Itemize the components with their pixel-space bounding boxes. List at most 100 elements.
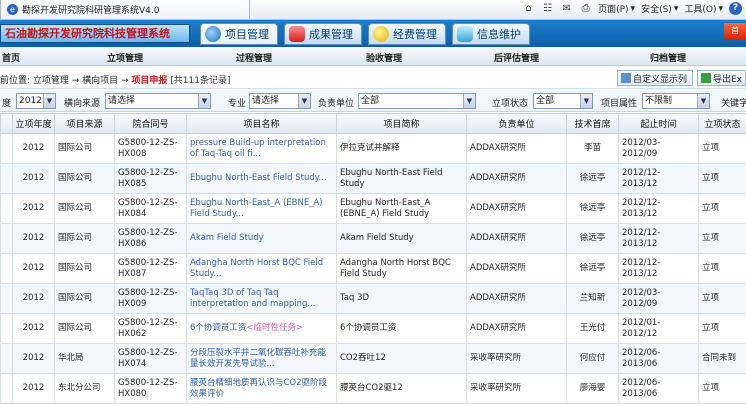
column-header[interactable]: 项目简称 xyxy=(336,113,467,134)
cell-project-name[interactable]: TaqTaq 3D of Taq Taq interpretation and … xyxy=(186,283,337,314)
project-name-link[interactable]: 6个协调员工资 xyxy=(190,323,246,333)
cell-source-text: 华北局 xyxy=(58,353,84,363)
cell-short-name-text: 伊拉克试井解释 xyxy=(340,143,400,153)
cell-project-name[interactable]: Akam Field Study xyxy=(186,223,337,254)
cell-period-text: 2012/12-2013/12 xyxy=(622,257,661,279)
browser-toolbar: e 勘探开发研究院科研管理系统V4.0 ⌂ ☷ ✉ ⎙ 页面(P) ▾ 安全(S)… xyxy=(0,0,746,20)
cell-unit-text: ADDAX研究所 xyxy=(470,323,526,333)
year-select[interactable]: 2012 ▼ xyxy=(16,93,56,109)
print-icon[interactable]: ⎙ xyxy=(579,2,592,15)
subnav-post-evaluation[interactable]: 后评估管理 xyxy=(494,51,539,64)
column-header[interactable]: 项目来源 xyxy=(54,113,115,134)
subnav-approval[interactable]: 立项管理 xyxy=(107,51,143,64)
cell-short-name: Ebughu North-East Field Study xyxy=(336,163,467,194)
cell-contract-text: G5800-12-ZS-HX086 xyxy=(118,227,178,249)
unit-select[interactable]: 全部 ▼ xyxy=(358,93,476,109)
table-row[interactable]: 2012 华北局 G5800-12-ZS-HX074 分段压裂水平井二氧化碳吞吐补充能… xyxy=(0,343,746,374)
tools-menu[interactable]: 工具(O) ▾ xyxy=(684,2,723,16)
safety-menu[interactable]: 安全(S) ▾ xyxy=(641,2,678,16)
project-name-link[interactable]: 腰英台精细地质再认识与CO2驱阶段效果评价 xyxy=(190,378,333,400)
cell-source: 国际公司 xyxy=(54,223,115,254)
export-excel-button[interactable]: 导出Ex xyxy=(697,70,746,86)
cell-project-name[interactable]: Adangha North Horst BQC Field Study... xyxy=(186,253,337,284)
subnav-home[interactable]: 首页 xyxy=(2,51,20,64)
project-table: 立项年度 项目来源 院合同号 项目名称 项目简称 负责单位 技术首席 起止时间 … xyxy=(0,113,746,404)
cell-year-text: 2012 xyxy=(22,143,45,153)
custom-columns-button[interactable]: 自定义显示列 xyxy=(617,70,693,86)
subnav-acceptance[interactable]: 验收管理 xyxy=(366,51,402,64)
cell-year-text: 2012 xyxy=(22,203,45,213)
cell-period-text: 2012/03-2012/09 xyxy=(622,137,661,159)
project-name-link[interactable]: Akam Field Study xyxy=(190,233,333,244)
cell-status: 立项 xyxy=(698,223,746,254)
subnav-process[interactable]: 过程管理 xyxy=(236,51,272,64)
cell-project-name[interactable]: 分段压裂水平井二氧化碳吞吐补充能量长效开发先导试验... xyxy=(186,343,337,374)
table-row[interactable]: 2012 东北分公司 G5800-12-ZS-HX080 腰英台精细地质再认识与CO2… xyxy=(0,373,746,404)
subnav-archive[interactable]: 归档管理 xyxy=(650,51,686,64)
cell-short-name-text: 腰英台CO2驱12 xyxy=(340,383,403,393)
chevron-down-icon: ▾ xyxy=(630,3,636,14)
column-header[interactable]: 技术首席 xyxy=(566,113,619,134)
cell-period-text: 2012/03-2012/09 xyxy=(622,287,661,309)
row-gutter xyxy=(0,193,13,224)
feeds-icon[interactable]: ☷ xyxy=(541,2,554,15)
cell-period: 2012/03-2012/09 xyxy=(618,133,699,164)
cell-source: 华北局 xyxy=(54,343,115,374)
tab-project-management[interactable]: 项目管理 xyxy=(200,23,278,45)
table-row[interactable]: 2012 国际公司 G5800-12-ZS-HX086 Akam Field Stud… xyxy=(0,223,746,254)
project-name-link[interactable]: Ebughu North-East_A (EBNE_A) Field Study… xyxy=(190,198,333,220)
browser-command-bar: ⌂ ☷ ✉ ⎙ 页面(P) ▾ 安全(S) ▾ 工具(O) ▾ ? xyxy=(522,2,742,15)
cell-contract: G5800-12-ZS-HX074 xyxy=(114,343,187,374)
project-name-link[interactable]: Adangha North Horst BQC Field Study... xyxy=(190,258,333,280)
table-row[interactable]: 2012 国际公司 G5800-12-ZS-HX009 TaqTaq 3D of Ta… xyxy=(0,283,746,314)
project-name-link[interactable]: pressure Build-up interpretation of Taq-… xyxy=(190,138,333,160)
column-header[interactable]: 负责单位 xyxy=(466,113,567,134)
cell-project-name[interactable]: 腰英台精细地质再认识与CO2驱阶段效果评价 xyxy=(186,373,337,404)
cell-status-text: 立项 xyxy=(702,203,720,213)
help-icon[interactable]: ? xyxy=(729,2,742,15)
cell-period: 2012/03-2012/09 xyxy=(618,283,699,314)
table-row[interactable]: 2012 国际公司 G5800-12-ZS-HX062 6个协调员工资<临时性任务> 6… xyxy=(0,313,746,344)
project-name-link[interactable]: Ebughu North-East Field Study... xyxy=(190,173,333,184)
column-header xyxy=(0,113,13,134)
cell-chief-text: 徐远亭 xyxy=(579,263,606,273)
cell-unit: 采收率研究所 xyxy=(466,373,567,404)
cell-project-name[interactable]: Ebughu North-East Field Study... xyxy=(186,163,337,194)
column-header[interactable]: 立项年度 xyxy=(12,113,55,134)
project-name-link[interactable]: TaqTaq 3D of Taq Taq interpretation and … xyxy=(190,288,333,310)
table-row[interactable]: 2012 国际公司 G5800-12-ZS-HX085 Ebughu North-Ea… xyxy=(0,163,746,194)
major-select[interactable]: 请选择 ▼ xyxy=(249,93,311,109)
project-name-link[interactable]: 分段压裂水平井二氧化碳吞吐补充能量长效开发先导试验... xyxy=(190,348,333,370)
mail-icon[interactable]: ✉ xyxy=(560,2,573,15)
cell-project-name[interactable]: 6个协调员工资<临时性任务> xyxy=(186,313,337,344)
cell-contract: G5800-12-ZS-HX062 xyxy=(114,313,187,344)
cell-unit-text: ADDAX研究所 xyxy=(470,143,526,153)
home-corner-button[interactable]: 首 xyxy=(724,23,746,39)
status-select[interactable]: 全部 ▼ xyxy=(533,93,593,109)
table-row[interactable]: 2012 国际公司 G5800-12-ZS-HX084 Ebughu North-Ea… xyxy=(0,193,746,224)
cell-chief-text: 徐远亭 xyxy=(579,203,606,213)
year-label: 度 xyxy=(2,99,12,109)
cell-project-name[interactable]: pressure Build-up interpretation of Taq-… xyxy=(186,133,337,164)
table-row[interactable]: 2012 国际公司 G5800-12-ZS-HX008 pressure Build-… xyxy=(0,133,746,164)
browser-tab-title: 勘探开发研究院科研管理系统V4.0 xyxy=(22,6,160,16)
attribute-select[interactable]: 不限制 ▼ xyxy=(642,93,710,109)
column-header[interactable]: 项目名称 xyxy=(186,113,337,134)
cell-year: 2012 xyxy=(12,193,55,224)
keyword-label: 关键字 xyxy=(721,99,746,109)
table-row[interactable]: 2012 国际公司 G5800-12-ZS-HX087 Adangha North H… xyxy=(0,253,746,284)
tab-funding-management[interactable]: 经费管理 xyxy=(368,23,446,45)
home-icon[interactable]: ⌂ xyxy=(522,2,535,15)
column-header[interactable]: 立项状态 xyxy=(698,113,746,134)
cell-status-text: 立项 xyxy=(702,143,720,153)
browser-tab[interactable]: e 勘探开发研究院科研管理系统V4.0 xyxy=(0,0,250,19)
source-select[interactable]: 请选择 ▼ xyxy=(105,93,211,109)
column-header[interactable]: 起止时间 xyxy=(618,113,699,134)
tab-info-maintenance[interactable]: 信息维护 xyxy=(452,23,530,45)
page-menu[interactable]: 页面(P) ▾ xyxy=(598,2,636,16)
tab-achievement-management[interactable]: 成果管理 xyxy=(284,23,362,45)
column-header[interactable]: 院合同号 xyxy=(114,113,187,134)
cell-project-name[interactable]: Ebughu North-East_A (EBNE_A) Field Study… xyxy=(186,193,337,224)
cell-year: 2012 xyxy=(12,373,55,404)
cell-unit: ADDAX研究所 xyxy=(466,223,567,254)
